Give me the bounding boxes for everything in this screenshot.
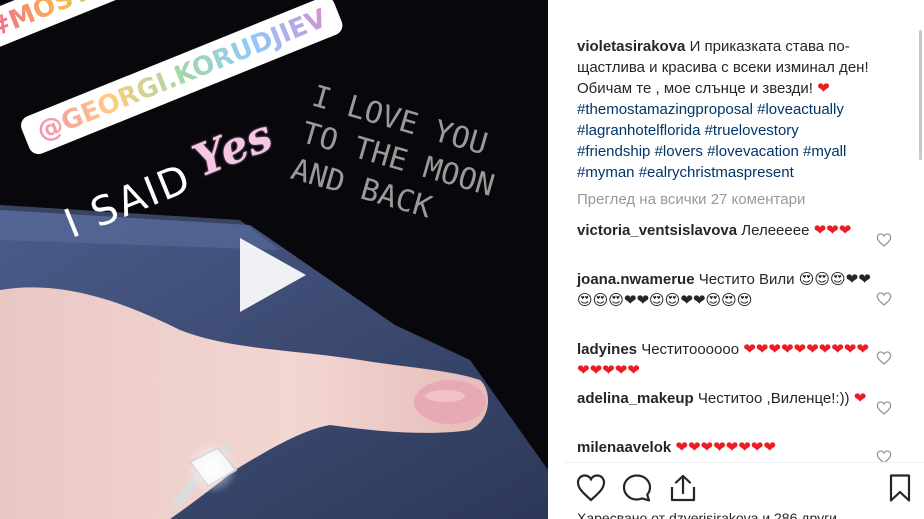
comment-item: victoria_ventsislavova Лелеееее ❤❤❤ xyxy=(577,220,877,241)
comment-username[interactable]: ladyines xyxy=(577,341,637,358)
hashtag-link[interactable]: #lovers xyxy=(655,143,703,160)
comment-item: adelina_makeup Честитоо ,Виленце!:)) ❤ xyxy=(577,388,877,409)
comment-emoji: ❤❤❤ xyxy=(813,222,852,239)
comment-item: ladyines Честитоооооо ❤❤❤❤❤❤❤❤❤❤❤❤❤❤❤ xyxy=(577,339,877,381)
bookmark-icon[interactable] xyxy=(884,472,916,504)
comment-username[interactable]: milenaavelok xyxy=(577,439,671,456)
hashtag-link[interactable]: #lovevacation xyxy=(707,143,799,160)
comment-bubble-icon[interactable] xyxy=(621,472,653,504)
comment-like-heart-icon[interactable] xyxy=(876,400,892,416)
hashtag-link[interactable]: #ealrychristmaspresent xyxy=(639,164,794,181)
comment-emoji: ❤❤❤❤❤❤❤❤ xyxy=(675,439,776,456)
post-caption: violetasirakova И приказката става по-ща… xyxy=(577,36,897,183)
comment-text: Лелеееее xyxy=(741,222,810,239)
caption-emoji: ❤ xyxy=(817,80,830,97)
share-icon[interactable] xyxy=(667,472,699,504)
comment-item: milenaavelok ❤❤❤❤❤❤❤❤ xyxy=(577,437,877,458)
comment-like-heart-icon[interactable] xyxy=(876,232,892,248)
comments-scrollbar[interactable] xyxy=(919,30,922,160)
comment-text: Честито Вили xyxy=(698,271,795,288)
comment-emoji: ❤ xyxy=(853,390,867,407)
comment-like-heart-icon[interactable] xyxy=(876,350,892,366)
play-icon[interactable] xyxy=(236,236,308,314)
comment-text: Честитоооооо xyxy=(641,341,740,358)
post-details-panel: violetasirakova И приказката става по-ща… xyxy=(548,0,924,519)
caption-username[interactable]: violetasirakova xyxy=(577,38,685,55)
hashtag-link[interactable]: #truelovestory xyxy=(705,122,799,139)
likes-summary[interactable]: Харесвано от dzverisirakova и 286 други xyxy=(577,510,837,519)
comment-like-heart-icon[interactable] xyxy=(876,449,892,462)
hashtag-link[interactable]: #lagranhotelflorida xyxy=(577,122,700,139)
comments-scroll-area[interactable]: violetasirakova И приказката става по-ща… xyxy=(548,0,924,462)
comment-username[interactable]: joana.nwamerue xyxy=(577,271,695,288)
view-all-comments-link[interactable]: Преглед на всички 27 коментари xyxy=(577,191,805,208)
hashtag-link[interactable]: #myman xyxy=(577,164,635,181)
hashtag-link[interactable]: #friendship xyxy=(577,143,650,160)
comment-like-heart-icon[interactable] xyxy=(876,291,892,307)
heart-outline-icon[interactable] xyxy=(575,472,607,504)
comment-username[interactable]: victoria_ventsislavova xyxy=(577,222,737,239)
comment-item: joana.nwamerue Честито Вили 😍😍😍❤❤😍😍😍❤❤😍😍… xyxy=(577,269,877,311)
comment-username[interactable]: adelina_makeup xyxy=(577,390,694,407)
hashtag-link[interactable]: #myall xyxy=(803,143,846,160)
post-media[interactable]: #MOSTAMAZINGPRO @GEORGI.KORUDJIEV I SAID… xyxy=(0,0,548,519)
comment-text: Честитоо ,Виленце!:)) xyxy=(697,390,850,407)
hashtag-link[interactable]: #loveactually xyxy=(757,101,844,118)
hashtag-link[interactable]: #themostamazingproposal xyxy=(577,101,753,118)
